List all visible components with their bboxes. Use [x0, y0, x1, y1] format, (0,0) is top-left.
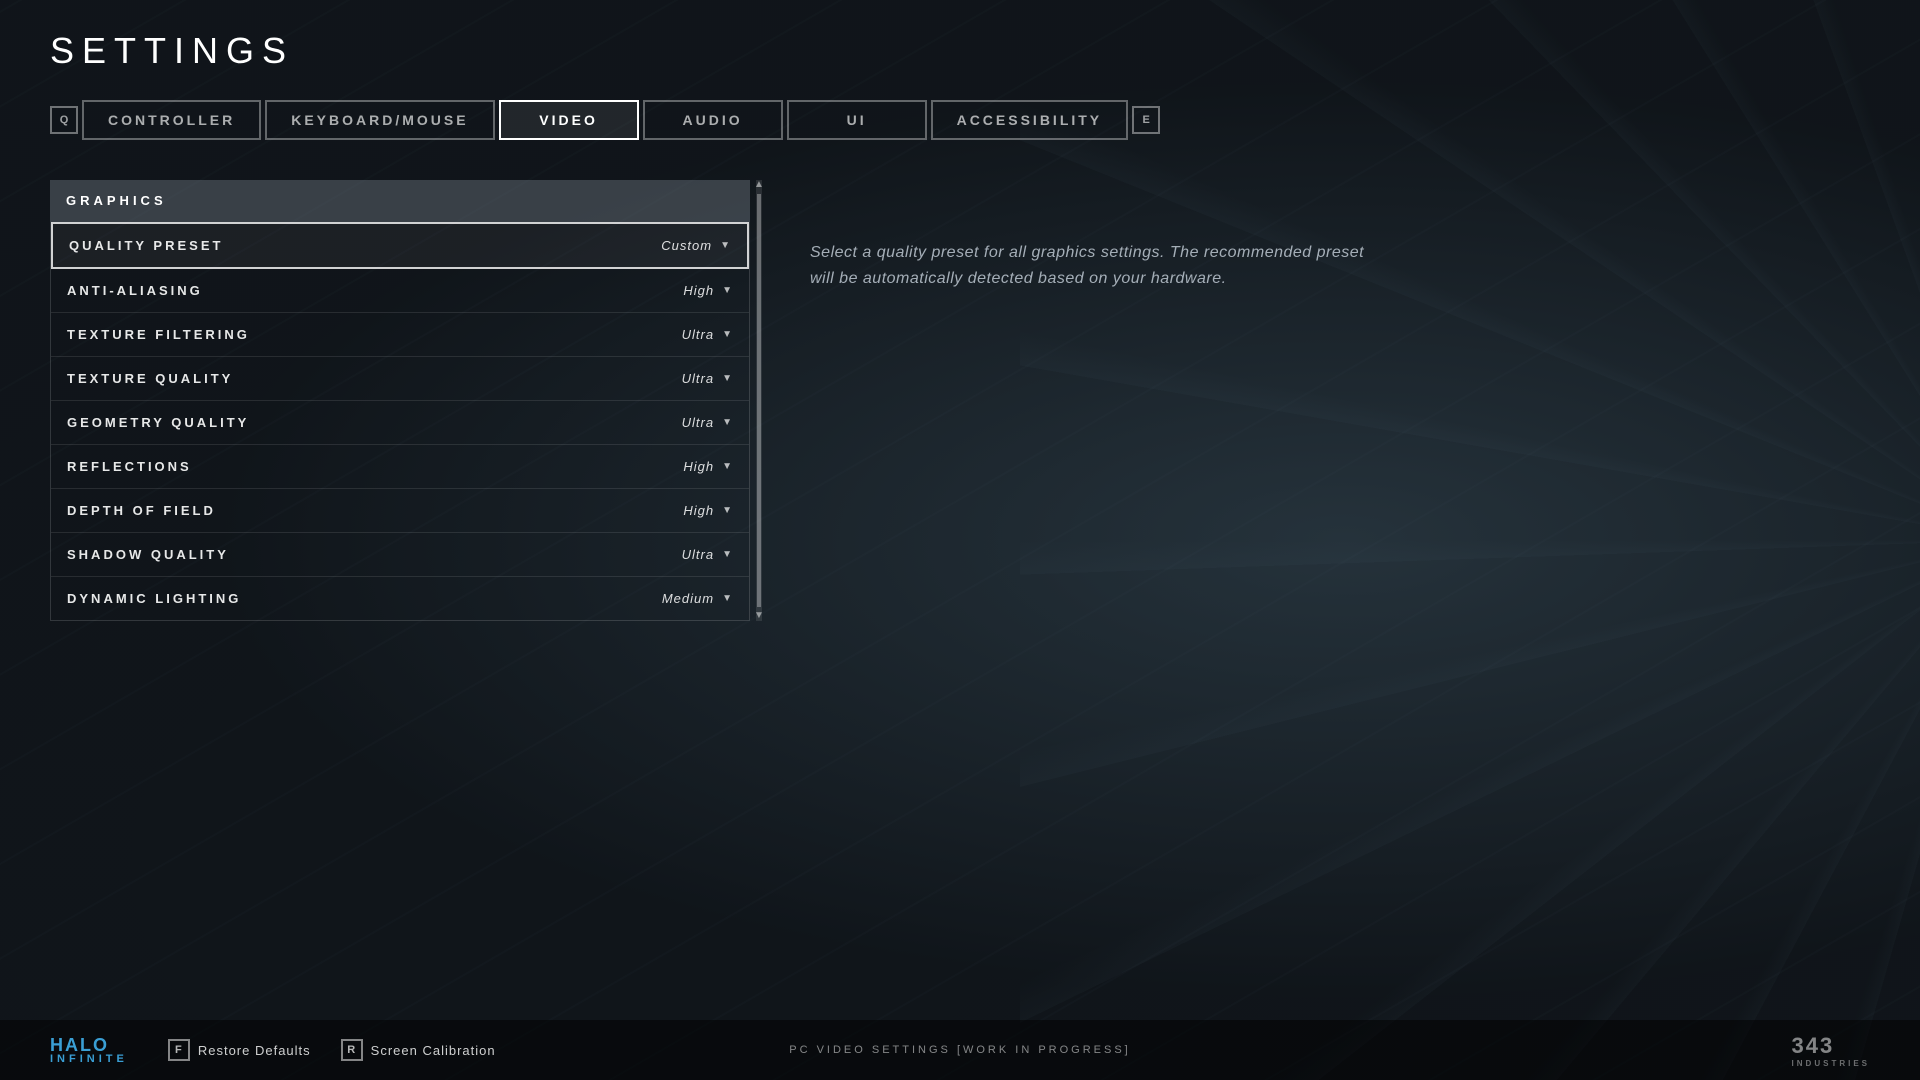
shadow-quality-value: Ultra ▼: [682, 547, 733, 562]
bottom-center-text: PC VIDEO SETTINGS [WORK IN PROGRESS]: [789, 1044, 1130, 1056]
nav-tabs-container: Q CONTROLLER KEYBOARD/MOUSE VIDEO AUDIO …: [50, 100, 1870, 140]
chevron-down-icon: ▼: [722, 285, 733, 296]
bottom-bar: HALO INFINITE F Restore Defaults R Scree…: [0, 1020, 1920, 1080]
dynamic-lighting-value: Medium ▼: [662, 591, 733, 606]
tab-video[interactable]: VIDEO: [499, 100, 639, 140]
setting-depth-of-field[interactable]: DEPTH OF FIELD High ▼: [51, 489, 749, 533]
graphics-label: GRAPHICS: [66, 193, 167, 208]
settings-panel: GRAPHICS QUALITY PRESET Custom ▼ ANTI-AL…: [50, 180, 750, 621]
setting-dynamic-lighting[interactable]: DYNAMIC LIGHTING Medium ▼: [51, 577, 749, 620]
graphics-section-header: GRAPHICS: [50, 180, 750, 222]
tab-ui[interactable]: UI: [787, 100, 927, 140]
logo-halo-text: HALO: [50, 1036, 128, 1054]
tab-keyboard-mouse[interactable]: KEYBOARD/MOUSE: [265, 100, 494, 140]
reflections-value: High ▼: [683, 459, 733, 474]
restore-defaults-label: Restore Defaults: [198, 1043, 311, 1058]
main-layout: GRAPHICS QUALITY PRESET Custom ▼ ANTI-AL…: [50, 180, 1870, 621]
chevron-down-icon: ▼: [722, 329, 733, 340]
description-text: Select a quality preset for all graphics…: [810, 240, 1370, 291]
left-key-indicator: Q: [50, 106, 78, 134]
setting-shadow-quality[interactable]: SHADOW QUALITY Ultra ▼: [51, 533, 749, 577]
scroll-up-arrow[interactable]: ▲: [754, 180, 764, 190]
geometry-quality-value: Ultra ▼: [682, 415, 733, 430]
restore-defaults-action[interactable]: F Restore Defaults: [168, 1039, 311, 1061]
right-key-indicator: E: [1132, 106, 1160, 134]
tab-audio[interactable]: AUDIO: [643, 100, 783, 140]
halo-infinite-logo: HALO INFINITE: [50, 1036, 128, 1065]
texture-quality-value: Ultra ▼: [682, 371, 733, 386]
chevron-down-icon: ▼: [720, 240, 731, 251]
chevron-down-icon: ▼: [722, 461, 733, 472]
bottom-actions: F Restore Defaults R Screen Calibration: [168, 1039, 496, 1061]
setting-geometry-quality[interactable]: GEOMETRY QUALITY Ultra ▼: [51, 401, 749, 445]
logo-infinite-text: INFINITE: [50, 1054, 128, 1065]
chevron-down-icon: ▼: [722, 505, 733, 516]
tab-accessibility[interactable]: ACCESSIBILITY: [931, 100, 1129, 140]
restore-defaults-key: F: [168, 1039, 190, 1061]
settings-list: QUALITY PRESET Custom ▼ ANTI-ALIASING Hi…: [50, 222, 750, 621]
scroll-thumb[interactable]: [757, 194, 761, 607]
chevron-down-icon: ▼: [722, 549, 733, 560]
page-title: SETTINGS: [50, 30, 1870, 72]
description-panel: Select a quality preset for all graphics…: [810, 180, 1870, 291]
chevron-down-icon: ▼: [722, 417, 733, 428]
setting-texture-quality[interactable]: TEXTURE QUALITY Ultra ▼: [51, 357, 749, 401]
tab-controller[interactable]: CONTROLLER: [82, 100, 261, 140]
setting-reflections[interactable]: REFLECTIONS High ▼: [51, 445, 749, 489]
setting-quality-preset[interactable]: QUALITY PRESET Custom ▼: [51, 222, 749, 269]
anti-aliasing-value: High ▼: [683, 283, 733, 298]
chevron-down-icon: ▼: [722, 373, 733, 384]
scroll-down-arrow[interactable]: ▼: [754, 611, 764, 621]
studio-number: 343: [1792, 1033, 1870, 1059]
screen-calibration-label: Screen Calibration: [371, 1043, 496, 1058]
quality-preset-value: Custom ▼: [661, 238, 731, 253]
chevron-down-icon: ▼: [722, 593, 733, 604]
texture-filtering-value: Ultra ▼: [682, 327, 733, 342]
screen-calibration-action[interactable]: R Screen Calibration: [341, 1039, 496, 1061]
scrollbar[interactable]: ▲ ▼: [756, 180, 762, 621]
studio-logo: 343 INDUSTRIES: [1792, 1033, 1870, 1068]
studio-name: INDUSTRIES: [1792, 1059, 1870, 1068]
depth-of-field-value: High ▼: [683, 503, 733, 518]
setting-texture-filtering[interactable]: TEXTURE FILTERING Ultra ▼: [51, 313, 749, 357]
screen-calibration-key: R: [341, 1039, 363, 1061]
setting-anti-aliasing[interactable]: ANTI-ALIASING High ▼: [51, 269, 749, 313]
